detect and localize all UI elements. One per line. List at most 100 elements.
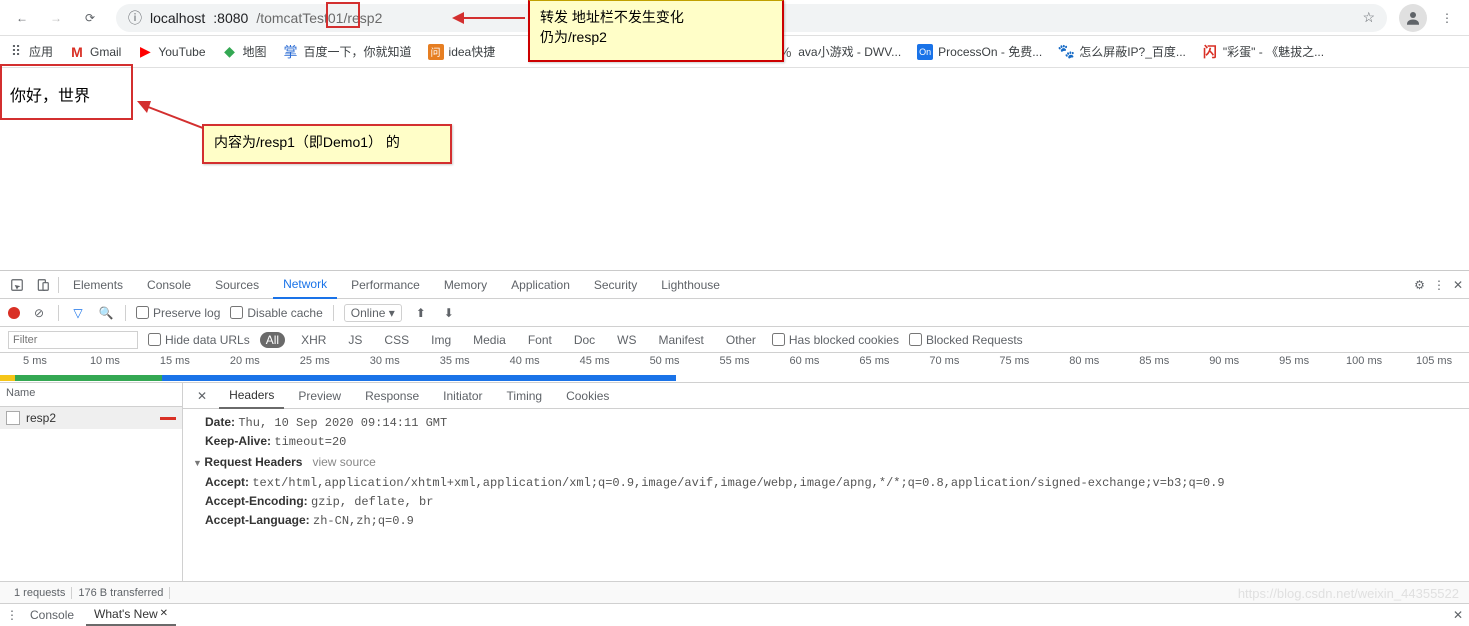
upload-icon[interactable]: ⬆ <box>412 304 430 322</box>
timeline-label: 25 ms <box>280 355 350 367</box>
hide-data-urls-checkbox[interactable]: Hide data URLs <box>148 333 250 347</box>
inspect-icon[interactable] <box>6 278 28 292</box>
timeline-label: 5 ms <box>0 355 70 367</box>
timeline-label: 60 ms <box>769 355 839 367</box>
devtools-tabs: Elements Console Sources Network Perform… <box>0 271 1469 299</box>
timeline-label: 40 ms <box>490 355 560 367</box>
timeline-label: 70 ms <box>909 355 979 367</box>
close-detail-icon[interactable]: ✕ <box>189 389 215 403</box>
close-devtools-icon[interactable]: ✕ <box>1453 278 1463 292</box>
devtools-drawer: ⋮ Console What's New✕ <box>0 603 1469 625</box>
tab-application[interactable]: Application <box>501 271 580 299</box>
timeline-label: 65 ms <box>839 355 909 367</box>
timeline-label: 20 ms <box>210 355 280 367</box>
tab-lighthouse[interactable]: Lighthouse <box>651 271 730 299</box>
timeline-label: 35 ms <box>420 355 490 367</box>
filter-css[interactable]: CSS <box>378 332 415 348</box>
timeline-label: 50 ms <box>630 355 700 367</box>
filter-ws[interactable]: WS <box>611 332 642 348</box>
site-info-icon[interactable]: ⓘ <box>128 8 142 28</box>
bookmark-idea[interactable]: 问idea快捷 <box>428 43 496 60</box>
device-toggle-icon[interactable] <box>32 278 54 292</box>
bookmark-maps[interactable]: ◆地图 <box>222 43 267 60</box>
reload-button[interactable]: ⟳ <box>76 4 104 32</box>
close-tab-icon[interactable]: ✕ <box>160 608 168 619</box>
disable-cache-checkbox[interactable]: Disable cache <box>230 306 322 320</box>
tab-network[interactable]: Network <box>273 271 337 299</box>
status-transferred: 176 B transferred <box>72 587 170 599</box>
tab-performance[interactable]: Performance <box>341 271 430 299</box>
network-timeline[interactable]: 5 ms10 ms15 ms20 ms25 ms30 ms35 ms40 ms4… <box>0 353 1469 383</box>
bookmark-movie[interactable]: 闪"彩蛋" - 《魅拔之... <box>1202 43 1324 60</box>
filter-media[interactable]: Media <box>467 332 512 348</box>
tab-preview[interactable]: Preview <box>288 383 351 409</box>
document-icon <box>6 411 20 425</box>
filter-icon[interactable]: ▽ <box>69 304 87 322</box>
filter-xhr[interactable]: XHR <box>295 332 332 348</box>
detail-tabs: ✕ Headers Preview Response Initiator Tim… <box>183 383 1469 409</box>
filter-input[interactable] <box>8 331 138 349</box>
filter-manifest[interactable]: Manifest <box>653 332 710 348</box>
bookmark-processon[interactable]: OnProcessOn - 免费... <box>917 43 1042 60</box>
timeline-label: 10 ms <box>70 355 140 367</box>
tab-timing[interactable]: Timing <box>497 383 553 409</box>
timeline-label: 55 ms <box>700 355 770 367</box>
network-toolbar: ⊘ ▽ 🔍 Preserve log Disable cache Online … <box>0 299 1469 327</box>
throttling-select[interactable]: Online ▾ <box>344 304 402 322</box>
preserve-log-checkbox[interactable]: Preserve log <box>136 306 220 320</box>
tab-headers[interactable]: Headers <box>219 383 284 409</box>
drawer-tab-console[interactable]: Console <box>22 604 82 626</box>
timeline-label: 45 ms <box>560 355 630 367</box>
request-headers-section[interactable]: Request Headersview source <box>193 451 1459 473</box>
timeline-label: 95 ms <box>1259 355 1329 367</box>
tab-memory[interactable]: Memory <box>434 271 497 299</box>
tab-initiator[interactable]: Initiator <box>433 383 492 409</box>
bookmark-youtube[interactable]: ▶YouTube <box>137 44 205 60</box>
filter-all[interactable]: All <box>260 332 285 348</box>
filter-doc[interactable]: Doc <box>568 332 601 348</box>
tab-security[interactable]: Security <box>584 271 647 299</box>
profile-avatar[interactable] <box>1399 4 1427 32</box>
url-host: localhost <box>150 10 205 26</box>
filter-img[interactable]: Img <box>425 332 457 348</box>
clear-icon[interactable]: ⊘ <box>30 304 48 322</box>
bookmark-blockip[interactable]: 🐾怎么屏蔽IP?_百度... <box>1058 43 1186 60</box>
filter-other[interactable]: Other <box>720 332 762 348</box>
timeline-label: 90 ms <box>1189 355 1259 367</box>
apps-shortcut[interactable]: ⠿应用 <box>8 43 53 60</box>
tab-sources[interactable]: Sources <box>205 271 269 299</box>
blocked-requests-checkbox[interactable]: Blocked Requests <box>909 333 1023 347</box>
bookmark-star-icon[interactable]: ☆ <box>1362 9 1375 26</box>
back-button[interactable]: ← <box>8 4 36 32</box>
filter-js[interactable]: JS <box>342 332 368 348</box>
blocked-cookies-checkbox[interactable]: Has blocked cookies <box>772 333 899 347</box>
download-icon[interactable]: ⬇ <box>440 304 458 322</box>
timeline-label: 100 ms <box>1329 355 1399 367</box>
more-icon[interactable]: ⋮ <box>1433 278 1445 292</box>
bookmark-game[interactable]: %ava小游戏 - DWV... <box>777 43 901 60</box>
search-icon[interactable]: 🔍 <box>97 304 115 322</box>
column-header-name[interactable]: Name <box>0 383 182 407</box>
timeline-label: 75 ms <box>979 355 1049 367</box>
drawer-close-icon[interactable]: ✕ <box>1453 608 1463 622</box>
request-bar <box>160 417 176 420</box>
tab-cookies[interactable]: Cookies <box>556 383 619 409</box>
status-requests: 1 requests <box>8 587 72 599</box>
drawer-tab-whatsnew[interactable]: What's New✕ <box>86 604 176 626</box>
tab-elements[interactable]: Elements <box>63 271 133 299</box>
view-source-link[interactable]: view source <box>312 455 375 469</box>
drawer-menu-icon[interactable]: ⋮ <box>6 608 18 622</box>
chrome-menu-icon[interactable]: ⋮ <box>1433 4 1461 32</box>
timeline-label: 85 ms <box>1119 355 1189 367</box>
record-button[interactable] <box>8 307 20 319</box>
request-row[interactable]: resp2 <box>0 407 182 429</box>
tab-response[interactable]: Response <box>355 383 429 409</box>
devtools-panel: Elements Console Sources Network Perform… <box>0 270 1469 625</box>
filter-font[interactable]: Font <box>522 332 558 348</box>
forward-button[interactable]: → <box>42 4 70 32</box>
timeline-label: 15 ms <box>140 355 210 367</box>
bookmark-baidu[interactable]: 掌百度一下，你就知道 <box>283 43 412 60</box>
tab-console[interactable]: Console <box>137 271 201 299</box>
settings-icon[interactable]: ⚙ <box>1414 278 1425 292</box>
bookmark-gmail[interactable]: MGmail <box>69 44 121 60</box>
